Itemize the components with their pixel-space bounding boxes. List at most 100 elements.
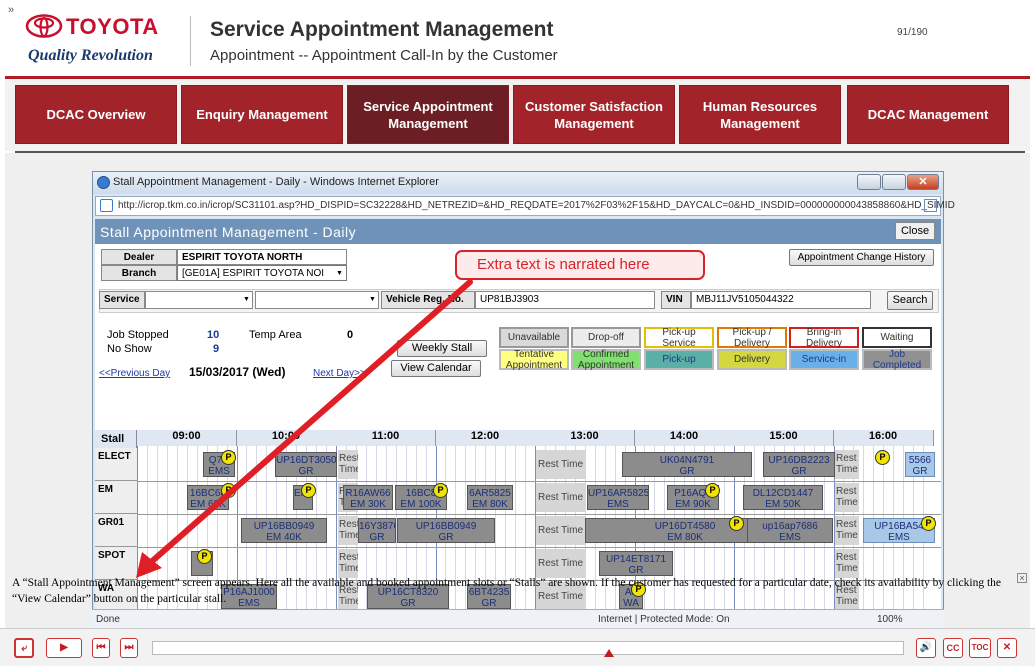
browser-window: Stall Appointment Management - Daily - W…: [92, 171, 955, 629]
rest-time-block: RestTime: [835, 450, 859, 479]
browser-title: Stall Appointment Management - Daily - W…: [113, 176, 439, 188]
cc-button[interactable]: CC: [943, 638, 963, 658]
hour-header: 16:00: [833, 430, 934, 446]
close-button[interactable]: Close: [895, 222, 935, 240]
legend-item: Bring-in Delivery: [789, 327, 859, 349]
rest-time-block: RestTime: [835, 549, 859, 578]
service-select[interactable]: [145, 291, 253, 309]
job-stopped-count[interactable]: 10: [207, 329, 219, 341]
search-button[interactable]: Search: [887, 291, 933, 310]
rest-time-block: RestTime: [835, 516, 859, 545]
play-icon[interactable]: ▶: [46, 638, 82, 658]
view-calendar-button[interactable]: View Calendar: [391, 360, 481, 377]
maximize-icon[interactable]: [882, 174, 906, 190]
temp-area-count[interactable]: 0: [347, 329, 353, 341]
toc-button[interactable]: TOC: [969, 638, 991, 658]
appointment-block[interactable]: R16AW66 EM 30K: [343, 485, 393, 510]
branch-label: Branch: [101, 265, 177, 281]
narration-caption: A “Stall Appointment Management” screen …: [12, 577, 1001, 605]
appointment-block[interactable]: 5566 GR: [905, 452, 935, 477]
row-divider: [95, 514, 941, 515]
exit-button[interactable]: ⤶: [14, 638, 34, 658]
block-service: EMS: [607, 499, 629, 510]
seek-handle[interactable]: [604, 649, 614, 657]
close-player-button[interactable]: ✕: [997, 638, 1017, 658]
pickup-badge-icon: P: [875, 450, 890, 465]
block-reg: UP14ET8171: [605, 554, 667, 565]
stall-row-label[interactable]: ELECT: [95, 448, 137, 481]
seek-bar[interactable]: [152, 641, 904, 655]
block-service: EMS: [779, 532, 801, 543]
nav-enquiry-management[interactable]: Enquiry Management: [181, 85, 343, 144]
chevron-down-icon: ▼: [336, 270, 343, 277]
nav-dcac-overview[interactable]: DCAC Overview: [15, 85, 177, 144]
block-service: EM 80K: [472, 499, 508, 510]
nav-customer-satisfaction-management[interactable]: Customer Satisfaction Management: [513, 85, 675, 144]
stall-row-label[interactable]: EM: [95, 481, 137, 514]
appointment-block[interactable]: 16Y3870 GR: [358, 518, 396, 543]
rest-time-label: Rest Time: [538, 459, 584, 470]
nav-dcac-management[interactable]: DCAC Management: [847, 85, 1009, 144]
previous-icon[interactable]: ⏮: [92, 638, 110, 658]
stall-row-label[interactable]: GR01: [95, 514, 137, 547]
block-service: GR: [679, 466, 695, 477]
appointment-block[interactable]: 6AR5825 EM 80K: [467, 485, 513, 510]
block-service: GR: [791, 466, 807, 477]
window-close-icon[interactable]: ✕: [907, 174, 939, 190]
block-service: GR: [912, 466, 928, 477]
appointment-block[interactable]: UP16BB0949 EM 40K: [241, 518, 327, 543]
hour-header: 15:00: [734, 430, 834, 446]
appointment-block[interactable]: UP16DB2223 GR: [763, 452, 835, 477]
next-day-link[interactable]: Next Day>>: [313, 368, 366, 379]
row-divider: [95, 547, 941, 548]
zoom-level[interactable]: 100%: [877, 614, 903, 625]
rest-time-label: Rest Time: [538, 558, 584, 569]
branch-select[interactable]: [GE01A] ESPIRIT TOYOTA NOI: [177, 265, 347, 281]
no-show-label: No Show: [107, 343, 152, 355]
chevron-down-icon: ▼: [243, 296, 250, 303]
rest-label: Rest: [339, 552, 358, 563]
legend-item: Delivery: [717, 349, 787, 370]
compatibility-icon[interactable]: [924, 199, 937, 212]
caption-close-icon[interactable]: ×: [1017, 573, 1027, 583]
browser-statusbar: Done Internet | Protected Mode: On 100%: [92, 609, 944, 629]
previous-day-link[interactable]: <<Previous Day: [99, 368, 170, 379]
hour-header: 13:00: [535, 430, 635, 446]
status-zone: Internet | Protected Mode: On: [598, 614, 730, 625]
nav-human-resources-management[interactable]: Human Resources Management: [679, 85, 841, 144]
appointment-block[interactable]: UP16DT3050 GR: [275, 452, 337, 477]
pickup-badge-icon: P: [433, 483, 448, 498]
appointment-block[interactable]: DL12CD1447 EM 50K: [743, 485, 823, 510]
block-service: GR: [298, 466, 314, 477]
hour-header: 11:00: [336, 430, 436, 446]
vin-input[interactable]: MBJ11JV5105044322: [691, 291, 871, 309]
toyota-emblem-icon: [25, 14, 63, 38]
appointment-block[interactable]: up16ap7686 EMS: [747, 518, 833, 543]
service-subtype-select[interactable]: [255, 291, 379, 309]
page-counter: 91/190: [897, 27, 928, 38]
page-icon: [100, 199, 113, 212]
next-icon[interactable]: ⏭: [120, 638, 138, 658]
appointment-block[interactable]: UP14ET8171 GR: [599, 551, 673, 576]
appointment-change-history-button[interactable]: Appointment Change History: [789, 249, 934, 266]
address-bar[interactable]: http://icrop.tkm.co.in/icrop/SC31101.asp…: [95, 196, 955, 216]
minimize-icon[interactable]: [857, 174, 881, 190]
vin-label: VIN: [661, 291, 691, 309]
block-service: EMS: [888, 532, 910, 543]
appointment-block[interactable]: UP16BB0949 GR: [397, 518, 495, 543]
pickup-badge-icon: P: [221, 483, 236, 498]
vehicle-reg-input[interactable]: UP81BJ3903: [475, 291, 655, 309]
nav-service-appointment-management[interactable]: Service Appointment Management: [347, 85, 509, 144]
block-service: EM 60K: [190, 499, 226, 510]
appointment-block[interactable]: UP16AR5825 EMS: [587, 485, 649, 510]
weekly-stall-button[interactable]: Weekly Stall: [397, 340, 487, 357]
volume-icon[interactable]: 🔊: [916, 638, 936, 658]
temp-area-label: Temp Area: [249, 329, 302, 341]
address-url[interactable]: http://icrop.tkm.co.in/icrop/SC31101.asp…: [118, 200, 955, 211]
rest-label: Rest: [836, 519, 857, 530]
no-show-count[interactable]: 9: [213, 343, 219, 355]
expand-chevron-icon[interactable]: »: [8, 4, 14, 16]
pickup-badge-icon: P: [921, 516, 936, 531]
rest-time-block: RestTime: [338, 516, 358, 545]
appointment-block[interactable]: UK04N4791 GR: [622, 452, 752, 477]
